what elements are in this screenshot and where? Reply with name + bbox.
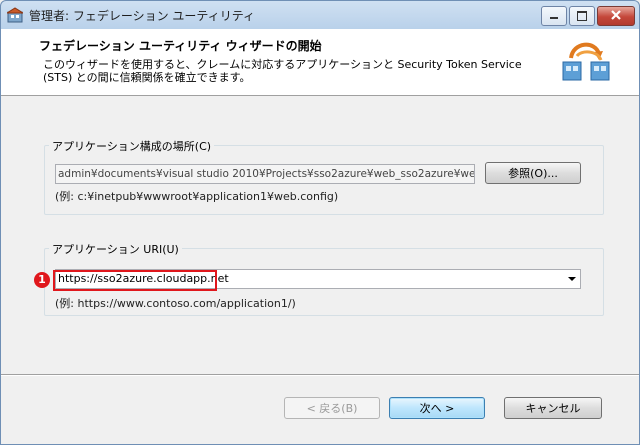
wizard-header: フェデレーション ユーティリティ ウィザードの開始 このウィザードを使用すると、… [1,29,639,96]
back-button[interactable]: < 戻る(B) [284,397,380,419]
cancel-button[interactable]: キャンセル [504,397,602,419]
config-location-group: アプリケーション構成の場所(C) admin¥documents¥visual … [44,138,604,215]
app-uri-label: アプリケーション URI(U) [49,241,182,257]
annotation-highlight-box [53,270,217,291]
wizard-window: 管理者: フェデレーション ユーティリティ フェデレーション ユーティリティ ウ… [0,0,640,445]
wizard-description: このウィザードを使用すると、クレームに対応するアプリケーションと Securit… [43,58,522,84]
config-path-field[interactable]: admin¥documents¥visual studio 2010¥Proje… [55,164,475,184]
config-path-example: (例: c:¥inetpub¥wwwroot¥application1¥web.… [55,190,339,203]
app-uri-example: (例: https://www.contoso.com/application1… [55,297,296,310]
federation-sync-logo-icon [561,36,611,84]
minimize-button[interactable] [541,6,567,26]
config-location-label: アプリケーション構成の場所(C) [49,138,215,154]
window-title: 管理者: フェデレーション ユーティリティ [29,9,255,23]
close-button[interactable] [597,6,635,26]
dropdown-arrow-icon[interactable] [568,277,576,281]
federation-app-icon [5,7,25,23]
title-bar[interactable]: 管理者: フェデレーション ユーティリティ [1,1,639,29]
browse-button[interactable]: 参照(O)... [485,162,581,184]
maximize-button[interactable] [569,6,595,26]
next-button[interactable]: 次へ > [389,397,485,419]
wizard-title: フェデレーション ユーティリティ ウィザードの開始 [39,39,322,53]
minimize-icon [550,17,558,19]
annotation-marker: 1 [34,272,50,288]
close-icon [611,8,621,25]
maximize-icon [577,11,587,21]
